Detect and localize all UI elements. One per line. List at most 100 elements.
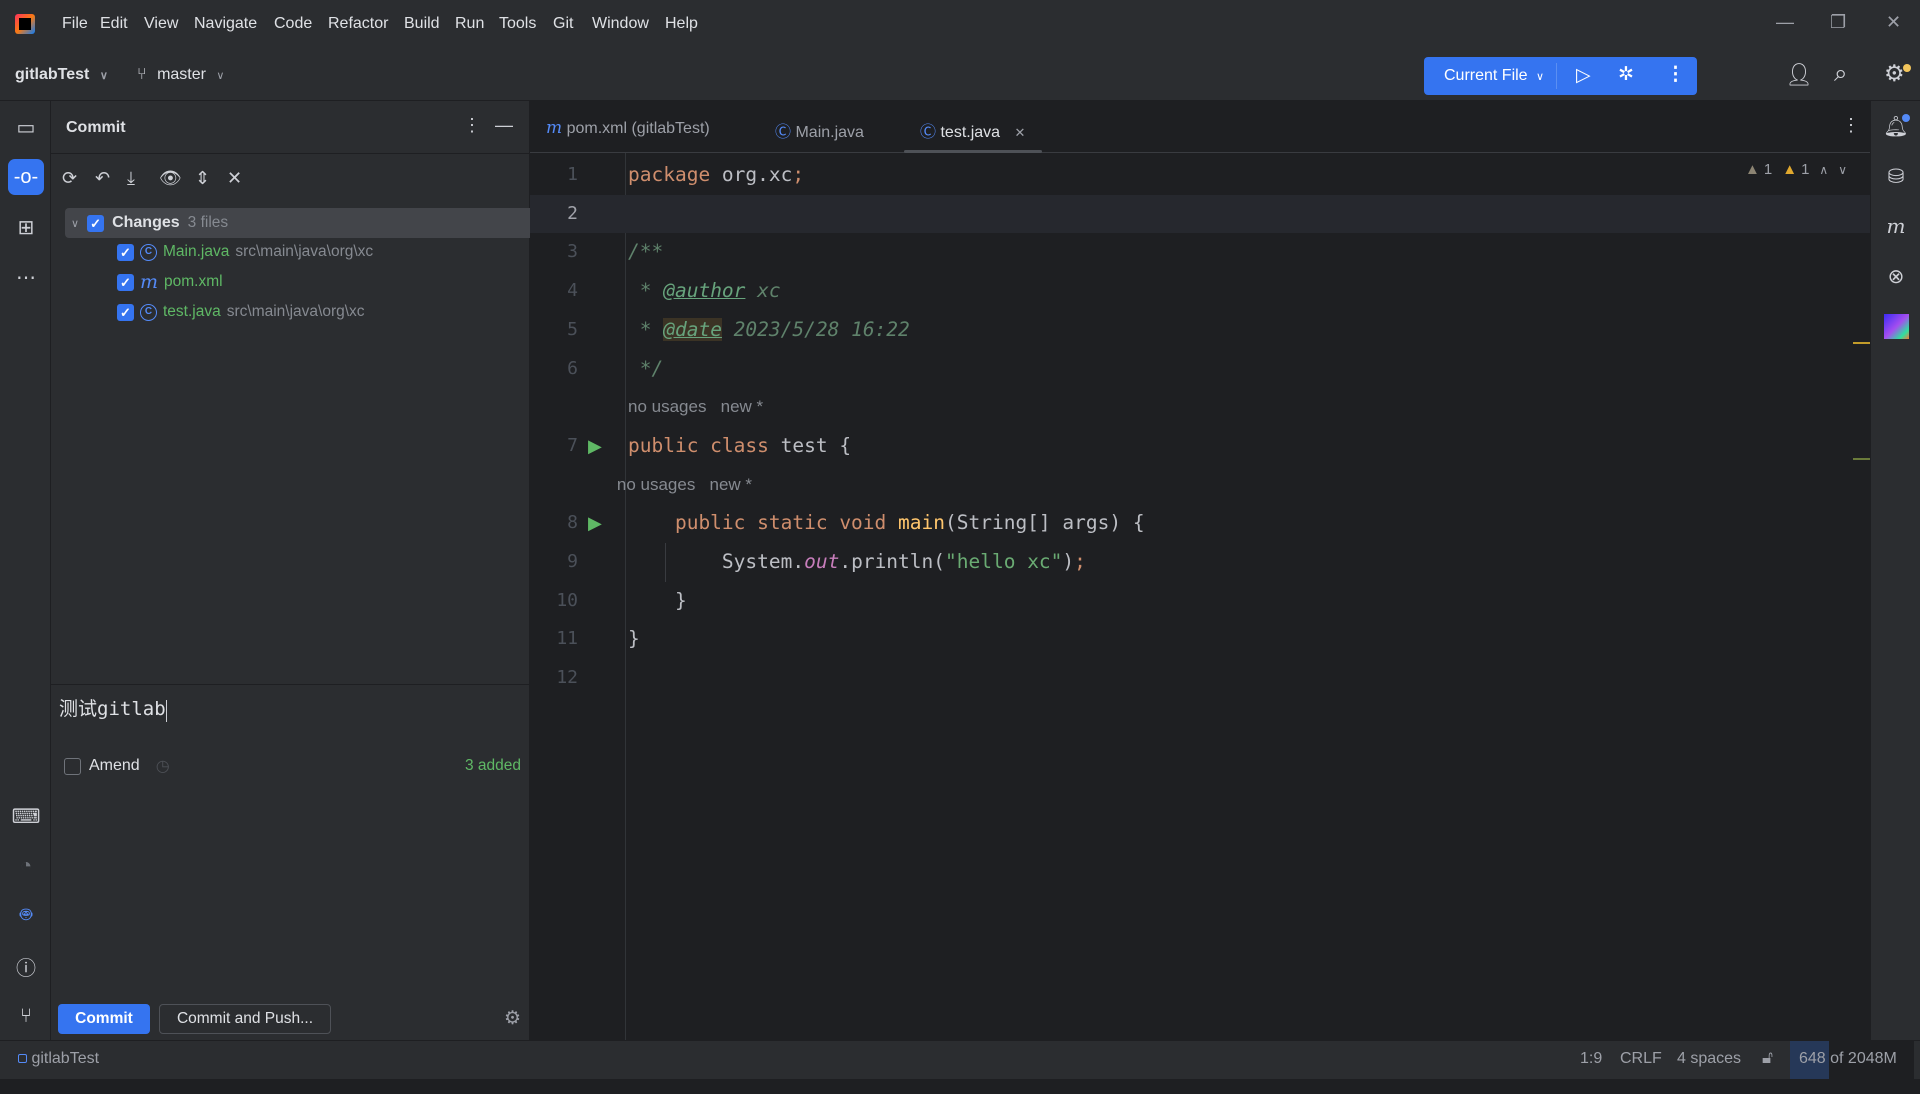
commit-tool-icon[interactable]: -o- <box>8 159 44 195</box>
branch-icon: ⑂ <box>137 66 147 83</box>
menu-view[interactable]: View <box>144 15 178 33</box>
collapse-all-icon[interactable]: ✕ <box>227 168 242 189</box>
show-diff-icon[interactable]: 👁︎ <box>159 168 182 189</box>
profiler-icon[interactable]: ◔ <box>8 848 44 884</box>
maven-icon[interactable]: m <box>1881 211 1911 241</box>
tab-pom-xml[interactable]: m pom.xml (gitlabTest) <box>546 118 710 138</box>
settings-icon[interactable]: ⚙ <box>1884 60 1905 87</box>
code-line: 7 ▶ public class test { <box>530 427 1870 466</box>
chevron-down-icon[interactable]: ∨ <box>71 217 79 230</box>
line-number: 1 <box>567 164 578 185</box>
update-badge <box>1903 64 1911 72</box>
menu-navigate[interactable]: Navigate <box>194 15 257 33</box>
text-cursor <box>165 699 168 722</box>
file-checkbox[interactable]: ✓ <box>117 243 134 261</box>
intellij-logo-icon[interactable] <box>15 14 35 34</box>
menu-git[interactable]: Git <box>553 15 573 33</box>
hide-panel-icon[interactable]: — <box>495 115 513 136</box>
run-gutter-icon[interactable]: ▶ <box>588 504 602 543</box>
refresh-icon[interactable]: ⟳ <box>62 168 77 189</box>
run-widget: Current File ∨ ▷ ✲ ⋮ <box>1424 57 1697 95</box>
close-tab-icon[interactable]: ✕ <box>1015 125 1026 140</box>
run-config-selector[interactable]: Current File ∨ <box>1444 67 1544 85</box>
code-line: 5 * @date 2023/5/28 16:22 <box>530 311 1870 350</box>
options-icon[interactable]: ⋮ <box>463 115 481 136</box>
project-breadcrumb[interactable]: gitlabTest <box>18 1050 99 1068</box>
plugin-icon[interactable]: 🤖︎ <box>8 897 44 933</box>
code-token: * <box>628 279 664 303</box>
memory-label: 648 of 2048M <box>1799 1050 1897 1067</box>
caret-position[interactable]: 1:9 <box>1580 1050 1602 1068</box>
chevron-down-icon: ∨ <box>1536 71 1545 83</box>
indent-setting[interactable]: 4 spaces <box>1677 1050 1741 1068</box>
tab-test-java[interactable]: Ⓒ test.java ✕ <box>920 118 1025 142</box>
git-icon[interactable]: ⑂ <box>8 998 44 1034</box>
menu-help[interactable]: Help <box>665 15 698 33</box>
plugin-x-icon[interactable]: ⊗ <box>1881 261 1911 291</box>
changed-file[interactable]: ✓ m pom.xml <box>117 269 229 295</box>
commit-and-push-button[interactable]: Commit and Push... <box>159 1004 331 1034</box>
previous-highlight-icon[interactable]: ∧ <box>1819 163 1828 177</box>
divider <box>1556 63 1557 89</box>
rollback-icon[interactable]: ↶ <box>95 168 110 189</box>
tab-main-java[interactable]: Ⓒ Main.java <box>775 118 864 142</box>
tab-label: Main.java <box>795 124 864 141</box>
structure-icon[interactable]: ⊞ <box>8 209 44 245</box>
file-checkbox[interactable]: ✓ <box>117 273 134 291</box>
commit-message-input[interactable]: 测试gitlab <box>59 694 525 1094</box>
close-window-button[interactable]: ✕ <box>1886 12 1901 33</box>
changed-file[interactable]: ✓ C Main.java src\main\java\org\xc <box>117 239 373 265</box>
add-user-icon[interactable]: 👤︎ <box>1785 62 1813 88</box>
restore-button[interactable]: ❐ <box>1830 12 1846 33</box>
read-only-lock-icon[interactable]: 🔓︎ <box>1762 1048 1773 1068</box>
project-icon[interactable]: ▭ <box>8 109 44 145</box>
menu-window[interactable]: Window <box>592 15 649 33</box>
file-name: pom.xml <box>164 273 223 290</box>
line-ending[interactable]: CRLF <box>1620 1050 1662 1068</box>
more-tools-icon[interactable]: ⋯ <box>8 259 44 295</box>
more-icon[interactable]: ⋮ <box>1666 63 1685 86</box>
database-icon[interactable]: ⛁ <box>1881 161 1911 191</box>
file-checkbox[interactable]: ✓ <box>117 303 134 321</box>
menu-code[interactable]: Code <box>274 15 312 33</box>
change-marker[interactable] <box>1853 458 1870 460</box>
code-token: ) <box>1062 550 1075 573</box>
run-gutter-icon[interactable]: ▶ <box>588 427 602 466</box>
menu-run[interactable]: Run <box>455 15 484 33</box>
changes-count: 3 files <box>187 214 229 231</box>
warning-marker[interactable] <box>1853 342 1870 344</box>
menu-build[interactable]: Build <box>404 15 440 33</box>
memory-indicator[interactable]: 648 of 2048M <box>1790 1041 1914 1079</box>
changed-file[interactable]: ✓ Ctest.java src\main\java\org\xc <box>117 299 365 325</box>
menu-tools[interactable]: Tools <box>499 15 536 33</box>
ai-assistant-icon[interactable] <box>1881 311 1911 341</box>
menu-refactor[interactable]: Refactor <box>328 15 388 33</box>
tabs-options-icon[interactable]: ⋮ <box>1842 115 1860 136</box>
commit-options-icon[interactable]: ⚙ <box>504 1007 521 1030</box>
code-area[interactable]: 1 package org.xc; 2 3/** 4 * @author xc 5 * @… <box>530 156 1870 1026</box>
minimize-button[interactable]: — <box>1776 12 1794 33</box>
changes-group[interactable]: ∨ ✓ Changes 3 files <box>65 208 530 238</box>
menu-edit[interactable]: Edit <box>100 15 128 33</box>
debug-icon[interactable]: ✲ <box>1618 63 1634 86</box>
usages-hint[interactable]: no usages new * <box>598 466 752 505</box>
commit-button[interactable]: Commit <box>58 1004 150 1034</box>
problems-icon[interactable]: ⓘ <box>8 948 44 984</box>
expand-all-icon[interactable]: ⇕ <box>195 168 210 189</box>
search-icon[interactable]: ⌕ <box>1834 60 1847 88</box>
code-line: 2 <box>530 194 1870 234</box>
changes-checkbox[interactable]: ✓ <box>87 214 105 232</box>
inspection-widget[interactable]: ▲ 1 ▲ 1 ∧ ∨ <box>1745 161 1847 178</box>
terminal-icon[interactable]: ⌨ <box>8 798 44 834</box>
tab-label: test.java <box>940 124 1001 141</box>
code-token: (String[] args) { <box>945 511 1145 535</box>
tab-label: pom.xml (gitlabTest) <box>566 120 710 137</box>
run-icon[interactable]: ▷ <box>1576 64 1591 87</box>
shelve-icon[interactable]: ⤓ <box>127 168 135 189</box>
branch-selector[interactable]: ⑂ master ∨ <box>137 66 224 84</box>
usages-hint[interactable]: no usages new * <box>628 388 763 427</box>
menu-file[interactable]: File <box>62 15 88 33</box>
project-selector[interactable]: gitlabTest ∨ <box>15 66 108 84</box>
line-number: 4 <box>567 280 578 302</box>
next-highlight-icon[interactable]: ∨ <box>1838 163 1847 177</box>
